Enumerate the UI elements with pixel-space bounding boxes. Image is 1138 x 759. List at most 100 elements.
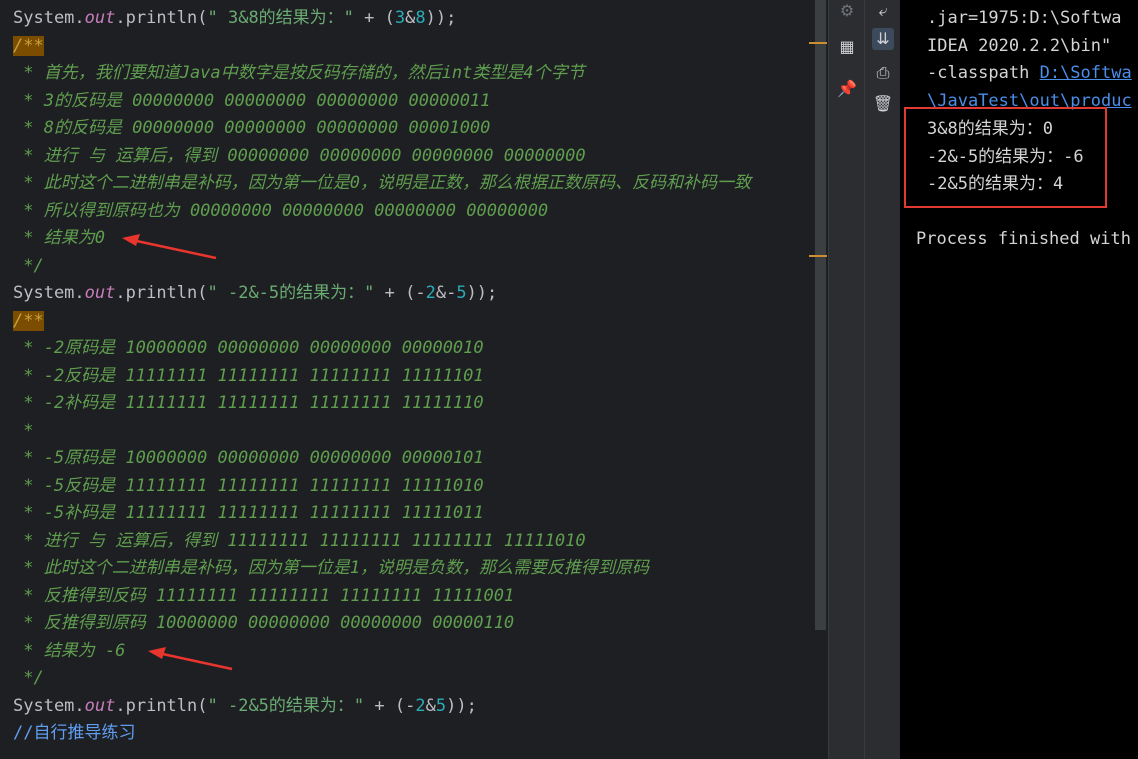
code-token: )); (466, 283, 498, 303)
code-line[interactable]: /** (13, 308, 751, 336)
warning-marker[interactable] (809, 255, 827, 257)
code-line[interactable]: * -5原码是 10000000 00000000 00000000 00000… (13, 445, 751, 473)
console-line: -classpath D:\Softwa (927, 60, 1132, 88)
code-token: * -5原码是 10000000 00000000 00000000 00000… (13, 448, 484, 468)
code-token: System. (13, 283, 85, 303)
code-token: * 结果为 -6 (13, 640, 126, 661)
code-token: 2 (415, 695, 426, 716)
code-token: " -2&5的结果为：" (207, 695, 375, 716)
code-token: 5 (435, 695, 447, 716)
code-token: /** (13, 310, 44, 331)
layout-icon[interactable]: ▦ (836, 36, 858, 58)
code-token: & (425, 695, 436, 716)
code-token: * 3的反码是 00000000 00000000 00000000 00000… (13, 90, 491, 111)
code-token: 3 (394, 8, 406, 28)
code-line[interactable]: System.out.println(" -2&5的结果为：" + (-2&5)… (13, 693, 751, 721)
code-line[interactable]: * -2原码是 10000000 00000000 00000000 00000… (13, 335, 751, 363)
code-line[interactable]: * 3的反码是 00000000 00000000 00000000 00000… (13, 88, 751, 116)
code-lines: System.out.println(" 3&8的结果为：" + (3&8));… (13, 5, 751, 748)
code-token: " 3&8的结果为：" (207, 8, 365, 28)
code-line[interactable]: System.out.println(" 3&8的结果为：" + (3&8)); (13, 5, 751, 33)
code-token: * 8的反码是 00000000 00000000 00000000 00001… (13, 118, 491, 138)
classpath-link[interactable]: D:\Softwa (1040, 63, 1132, 83)
console-line: .jar=1975:D:\Softwa (927, 8, 1122, 28)
scroll-to-end-icon[interactable]: ⇊ (872, 28, 894, 50)
code-line[interactable]: * 反推得到原码 10000000 00000000 00000000 0000… (13, 610, 751, 638)
code-line[interactable]: /** (13, 33, 751, 61)
code-line[interactable]: * 此时这个二进制串是补码，因为第一位是1，说明是负数，那么需要反推得到原码 (13, 555, 751, 583)
code-line[interactable]: * 进行 与 运算后，得到 11111111 11111111 11111111… (13, 528, 751, 556)
code-token: * 此时这个二进制串是补码，因为第一位是0，说明是正数，那么根据正数原码、反码和… (13, 173, 751, 193)
code-line[interactable]: * -5补码是 11111111 11111111 11111111 11111… (13, 500, 751, 528)
code-line[interactable]: * -5反码是 11111111 11111111 11111111 11111… (13, 473, 751, 501)
code-token: .println( (115, 8, 208, 28)
code-token: * -2反码是 11111111 11111111 11111111 11111… (13, 365, 484, 386)
code-token: * 反推得到原码 10000000 00000000 00000000 0000… (13, 613, 515, 633)
code-token: + (- (384, 283, 426, 303)
print-icon[interactable]: ⎙ (872, 62, 894, 84)
code-token: * -2原码是 10000000 00000000 00000000 00000… (13, 338, 484, 358)
code-token: //自行推导练习 (13, 723, 136, 743)
code-line[interactable]: * (13, 418, 751, 446)
code-token: & (405, 8, 416, 28)
code-line[interactable]: * 反推得到反码 11111111 11111111 11111111 1111… (13, 583, 751, 611)
console-command-lines: .jar=1975:D:\Softwa IDEA 2020.2.2\bin" -… (927, 5, 1132, 115)
run-toolbar: ⤶ ⇊ ⎙ 🗑 (864, 0, 901, 759)
code-token: * -2补码是 11111111 11111111 11111111 11111… (13, 393, 484, 413)
code-line[interactable]: * 进行 与 运算后，得到 00000000 00000000 00000000… (13, 143, 751, 171)
warning-marker[interactable] (809, 42, 827, 44)
code-token: .println( (115, 695, 208, 716)
code-token: * (13, 420, 34, 441)
code-line[interactable]: * 此时这个二进制串是补码，因为第一位是0，说明是正数，那么根据正数原码、反码和… (13, 170, 751, 198)
editor-scrollbar[interactable] (815, 0, 826, 630)
code-line[interactable]: * 所以得到原码也为 00000000 00000000 00000000 00… (13, 198, 751, 226)
settings-icon[interactable]: ⚙ (836, 0, 858, 22)
soft-wrap-icon[interactable]: ⤶ (872, 0, 894, 22)
code-token: * -5补码是 11111111 11111111 11111111 11111… (13, 503, 484, 523)
code-token: * 结果为0 (13, 228, 105, 248)
code-token: * -5反码是 11111111 11111111 11111111 11111… (13, 475, 484, 496)
code-token: * 所以得到原码也为 00000000 00000000 00000000 00… (13, 200, 549, 221)
code-token: 8 (415, 8, 426, 28)
code-line[interactable]: System.out.println(" -2&-5的结果为：" + (-2&-… (13, 280, 751, 308)
code-token: /** (13, 35, 44, 56)
code-token: + ( (364, 8, 395, 28)
red-arrow-annotation (122, 234, 217, 260)
code-token: */ (13, 255, 44, 276)
code-editor[interactable]: System.out.println(" 3&8的结果为：" + (3&8));… (0, 0, 828, 759)
code-token: System. (13, 695, 85, 716)
code-token: )); (425, 8, 457, 28)
code-token: out (84, 8, 116, 28)
code-token: */ (13, 668, 44, 688)
red-highlight-box (904, 107, 1107, 208)
code-line[interactable]: * 首先，我们要知道Java中数字是按反码存储的，然后int类型是4个字节 (13, 60, 751, 88)
code-token: )); (446, 695, 477, 716)
code-token: * 进行 与 运算后，得到 00000000 00000000 00000000… (13, 145, 586, 166)
code-line[interactable]: * -2补码是 11111111 11111111 11111111 11111… (13, 390, 751, 418)
trash-icon[interactable]: 🗑 (872, 93, 894, 115)
pin-icon[interactable]: 📌 (836, 78, 858, 100)
code-line[interactable]: */ (13, 665, 751, 693)
code-token: * 首先，我们要知道Java中数字是按反码存储的，然后int类型是4个字节 (13, 63, 585, 83)
code-token: * 此时这个二进制串是补码，因为第一位是1，说明是负数，那么需要反推得到原码 (13, 558, 649, 578)
code-token: &- (435, 283, 457, 303)
code-token: 2 (425, 283, 436, 303)
code-line[interactable]: * -2反码是 11111111 11111111 11111111 11111… (13, 363, 751, 391)
code-line[interactable]: * 结果为 -6 (13, 638, 751, 666)
red-arrow-annotation (148, 647, 233, 671)
code-token: .println( (115, 283, 208, 303)
code-token: + (- (374, 695, 416, 716)
code-token: 5 (456, 283, 467, 303)
classpath-label: -classpath (927, 63, 1040, 83)
code-token: * 反推得到反码 11111111 11111111 11111111 1111… (13, 585, 515, 606)
code-token: " -2&-5的结果为：" (207, 283, 385, 303)
code-token: System. (13, 8, 85, 28)
code-line[interactable]: * 8的反码是 00000000 00000000 00000000 00001… (13, 115, 751, 143)
code-line[interactable]: //自行推导练习 (13, 720, 751, 748)
process-finished-text: Process finished with (916, 229, 1131, 249)
code-token: out (84, 695, 116, 716)
console-line: IDEA 2020.2.2\bin" (927, 35, 1122, 56)
tool-window-bar: ⚙ ▦ 📌 (828, 0, 865, 759)
code-token: * 进行 与 运算后，得到 11111111 11111111 11111111… (13, 530, 586, 551)
code-token: out (84, 283, 116, 303)
